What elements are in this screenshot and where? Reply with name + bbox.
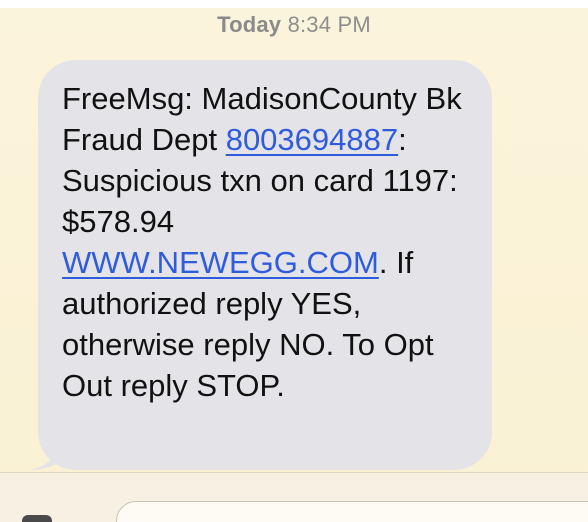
camera-icon[interactable] [22,515,52,522]
message-input[interactable] [116,501,588,522]
message-text: FreeMsg: MadisonCounty Bk Fraud Dept 800… [62,78,482,406]
timestamp-day: Today [217,12,282,37]
messages-screen: Today 8:34 PM FreeMsg: MadisonCounty Bk … [0,0,588,522]
message-composer [0,472,588,522]
incoming-message[interactable]: FreeMsg: MadisonCounty Bk Fraud Dept 800… [24,60,492,470]
phone-number-link[interactable]: 8003694887 [226,122,398,157]
message-timestamp: Today 8:34 PM [0,12,588,38]
website-link[interactable]: WWW.NEWEGG.COM [62,245,379,280]
status-area [0,0,588,8]
timestamp-time: 8:34 PM [287,12,371,37]
